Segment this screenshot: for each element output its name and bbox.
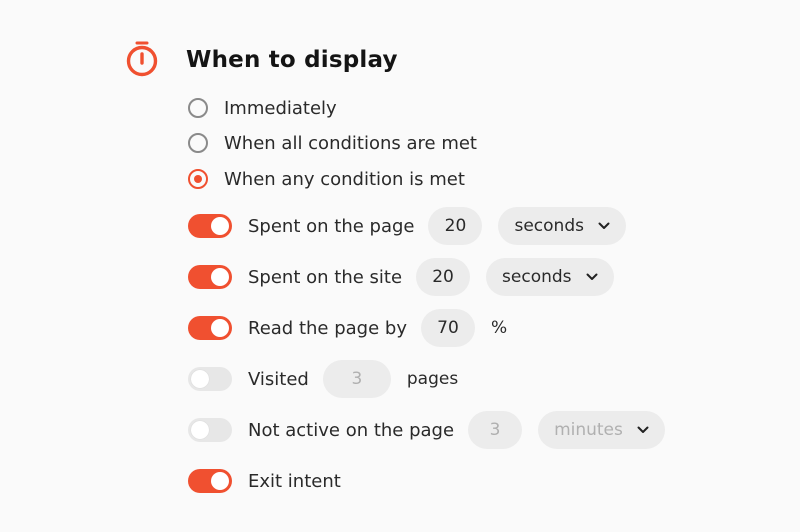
display-settings-panel: When to display Immediately When all con… (0, 0, 800, 532)
condition-label: Not active on the page (248, 419, 455, 441)
stopwatch-icon (126, 41, 158, 77)
condition-spent-on-site: Spent on the site 20 seconds (188, 258, 614, 296)
toggle-switch-off[interactable] (188, 367, 232, 391)
unit-dropdown[interactable]: seconds (486, 258, 614, 296)
chevron-down-icon (586, 273, 598, 280)
radio-label: When any condition is met (224, 168, 465, 190)
condition-label: Spent on the site (248, 266, 403, 288)
value-input[interactable]: 3 (322, 360, 391, 398)
section-title: When to display (186, 47, 398, 73)
radio-label: When all conditions are met (224, 132, 477, 154)
toggle-knob (211, 268, 229, 286)
toggle-switch-on[interactable] (188, 469, 232, 493)
value-input[interactable]: 70 (420, 309, 475, 347)
condition-label: Spent on the page (248, 215, 415, 237)
toggle-knob (211, 319, 229, 337)
condition-label: Exit intent (248, 470, 341, 492)
dropdown-value: seconds (502, 267, 572, 287)
value-input[interactable]: 20 (416, 258, 471, 296)
radio-option-immediately[interactable]: Immediately (188, 95, 337, 121)
condition-visited: Visited 3 pages (188, 360, 458, 398)
condition-read-page-by: Read the page by 70 % (188, 309, 507, 347)
toggle-switch-off[interactable] (188, 418, 232, 442)
chevron-down-icon (637, 426, 649, 433)
radio-option-all-conditions[interactable]: When all conditions are met (188, 130, 477, 156)
condition-label: Read the page by (248, 317, 407, 339)
radio-button[interactable] (188, 98, 208, 118)
chevron-down-icon (598, 222, 610, 229)
radio-label: Immediately (224, 97, 337, 119)
toggle-knob (211, 472, 229, 490)
condition-exit-intent: Exit intent (188, 462, 341, 500)
unit-label: % (490, 318, 508, 338)
value-input[interactable]: 20 (428, 207, 483, 245)
value-input[interactable]: 3 (468, 411, 523, 449)
unit-label: pages (406, 369, 459, 389)
toggle-switch-on[interactable] (188, 316, 232, 340)
radio-button-selected[interactable] (188, 169, 208, 189)
unit-dropdown[interactable]: seconds (498, 207, 626, 245)
radio-option-any-condition[interactable]: When any condition is met (188, 166, 465, 192)
dropdown-value: minutes (554, 420, 623, 440)
dropdown-value: seconds (514, 216, 584, 236)
toggle-knob (191, 421, 209, 439)
condition-label: Visited (248, 368, 309, 390)
radio-button[interactable] (188, 133, 208, 153)
condition-spent-on-page: Spent on the page 20 seconds (188, 207, 626, 245)
toggle-knob (191, 370, 209, 388)
toggle-switch-on[interactable] (188, 214, 232, 238)
condition-not-active: Not active on the page 3 minutes (188, 411, 665, 449)
toggle-switch-on[interactable] (188, 265, 232, 289)
unit-dropdown[interactable]: minutes (538, 411, 665, 449)
toggle-knob (211, 217, 229, 235)
